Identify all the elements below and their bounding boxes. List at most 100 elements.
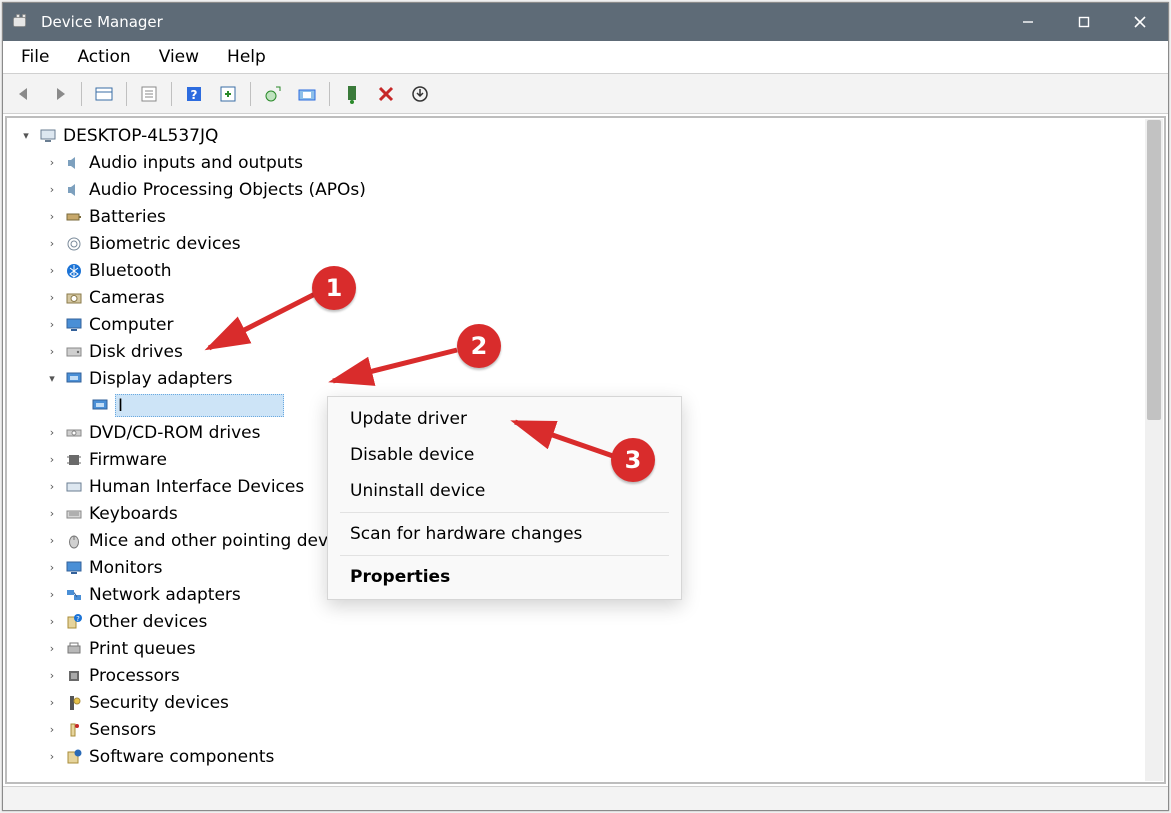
minimize-button[interactable] [1000,3,1056,41]
printer-icon [63,638,85,660]
monitor-icon [63,557,85,579]
update-driver-button[interactable] [257,79,289,109]
toolbar: ? [3,74,1168,114]
statusbar [3,786,1168,810]
chevron-right-icon[interactable]: › [43,345,61,358]
chevron-right-icon[interactable]: › [43,264,61,277]
chevron-down-icon[interactable]: ▾ [43,372,61,385]
computer-icon [37,125,59,147]
tree-item-bluetooth[interactable]: ›Bluetooth [17,257,1164,284]
chevron-right-icon[interactable]: › [43,750,61,763]
tree-item-batteries[interactable]: ›Batteries [17,203,1164,230]
chevron-down-icon[interactable]: ▾ [17,129,35,142]
ctx-update-driver[interactable]: Update driver [328,401,681,437]
network-icon [63,584,85,606]
chevron-right-icon[interactable]: › [43,588,61,601]
chevron-right-icon[interactable]: › [43,561,61,574]
annotation-marker-2: 2 [457,324,501,368]
tree-item-biometric[interactable]: ›Biometric devices [17,230,1164,257]
chevron-right-icon[interactable]: › [43,426,61,439]
app-icon [11,12,31,32]
disable-device-button[interactable] [370,79,402,109]
hid-icon [63,476,85,498]
tree-item-processors[interactable]: ›Processors [17,662,1164,689]
security-icon [63,692,85,714]
chevron-right-icon[interactable]: › [43,291,61,304]
monitor-icon [63,314,85,336]
context-menu: Update driver Disable device Uninstall d… [327,396,682,600]
tree-root[interactable]: ▾ DESKTOP-4L537JQ [17,122,1164,149]
ctx-properties[interactable]: Properties [328,559,681,595]
chevron-right-icon[interactable]: › [43,723,61,736]
chevron-right-icon[interactable]: › [43,318,61,331]
chevron-right-icon[interactable]: › [43,237,61,250]
chevron-right-icon[interactable]: › [43,156,61,169]
speaker-icon [63,152,85,174]
sensor-icon [63,719,85,741]
tree-item-print[interactable]: ›Print queues [17,635,1164,662]
chip-icon [63,449,85,471]
disk-icon [63,341,85,363]
tree-item-software[interactable]: ›Software components [17,743,1164,770]
chevron-right-icon[interactable]: › [43,507,61,520]
tree-item-security[interactable]: ›Security devices [17,689,1164,716]
scrollbar-thumb[interactable] [1147,120,1161,420]
tree-item-disk-drives[interactable]: ›Disk drives [17,338,1164,365]
tree-item-sensors[interactable]: ›Sensors [17,716,1164,743]
forward-button[interactable] [43,79,75,109]
maximize-button[interactable] [1056,3,1112,41]
close-button[interactable] [1112,3,1168,41]
chevron-right-icon[interactable]: › [43,669,61,682]
cpu-icon [63,665,85,687]
bluetooth-icon [63,260,85,282]
chevron-right-icon[interactable]: › [43,534,61,547]
chevron-right-icon[interactable]: › [43,480,61,493]
keyboard-icon [63,503,85,525]
tree-item-other[interactable]: ›?Other devices [17,608,1164,635]
chevron-right-icon[interactable]: › [43,210,61,223]
menu-file[interactable]: File [7,43,63,71]
svg-text:?: ? [191,88,198,102]
content-area: ▾ DESKTOP-4L537JQ ›Audio inputs and outp… [3,114,1168,786]
window-title: Device Manager [41,13,163,31]
back-button[interactable] [9,79,41,109]
action-button[interactable] [212,79,244,109]
chevron-right-icon[interactable]: › [43,615,61,628]
tree-item-display-adapters[interactable]: ▾Display adapters [17,365,1164,392]
menu-view[interactable]: View [145,43,213,71]
tree-item-computer[interactable]: ›Computer [17,311,1164,338]
tree-root-label: DESKTOP-4L537JQ [63,126,218,146]
chevron-right-icon[interactable]: › [43,642,61,655]
titlebar: Device Manager [3,3,1168,41]
scan-hardware-button[interactable] [291,79,323,109]
ctx-divider [340,555,669,556]
software-icon [63,746,85,768]
camera-icon [63,287,85,309]
annotation-marker-1: 1 [312,266,356,310]
enable-device-button[interactable] [336,79,368,109]
uninstall-device-button[interactable] [404,79,436,109]
battery-icon [63,206,85,228]
menu-action[interactable]: Action [63,43,144,71]
annotation-marker-3: 3 [611,438,655,482]
chevron-right-icon[interactable]: › [43,453,61,466]
unknown-device-icon: ? [63,611,85,633]
properties-button[interactable] [133,79,165,109]
speaker-icon [63,179,85,201]
chevron-right-icon[interactable]: › [43,183,61,196]
tree-pane[interactable]: ▾ DESKTOP-4L537JQ ›Audio inputs and outp… [5,116,1166,784]
menu-help[interactable]: Help [213,43,280,71]
show-hide-tree-button[interactable] [88,79,120,109]
display-adapter-icon [89,395,111,417]
tree-item-apos[interactable]: ›Audio Processing Objects (APOs) [17,176,1164,203]
chevron-right-icon[interactable]: › [43,696,61,709]
ctx-scan-hardware[interactable]: Scan for hardware changes [328,516,681,552]
vertical-scrollbar[interactable] [1145,119,1163,781]
help-button[interactable]: ? [178,79,210,109]
fingerprint-icon [63,233,85,255]
display-adapter-icon [63,368,85,390]
svg-text:?: ? [76,615,80,623]
tree-item-audio-io[interactable]: ›Audio inputs and outputs [17,149,1164,176]
tree-item-cameras[interactable]: ›Cameras [17,284,1164,311]
menubar: File Action View Help [3,41,1168,74]
